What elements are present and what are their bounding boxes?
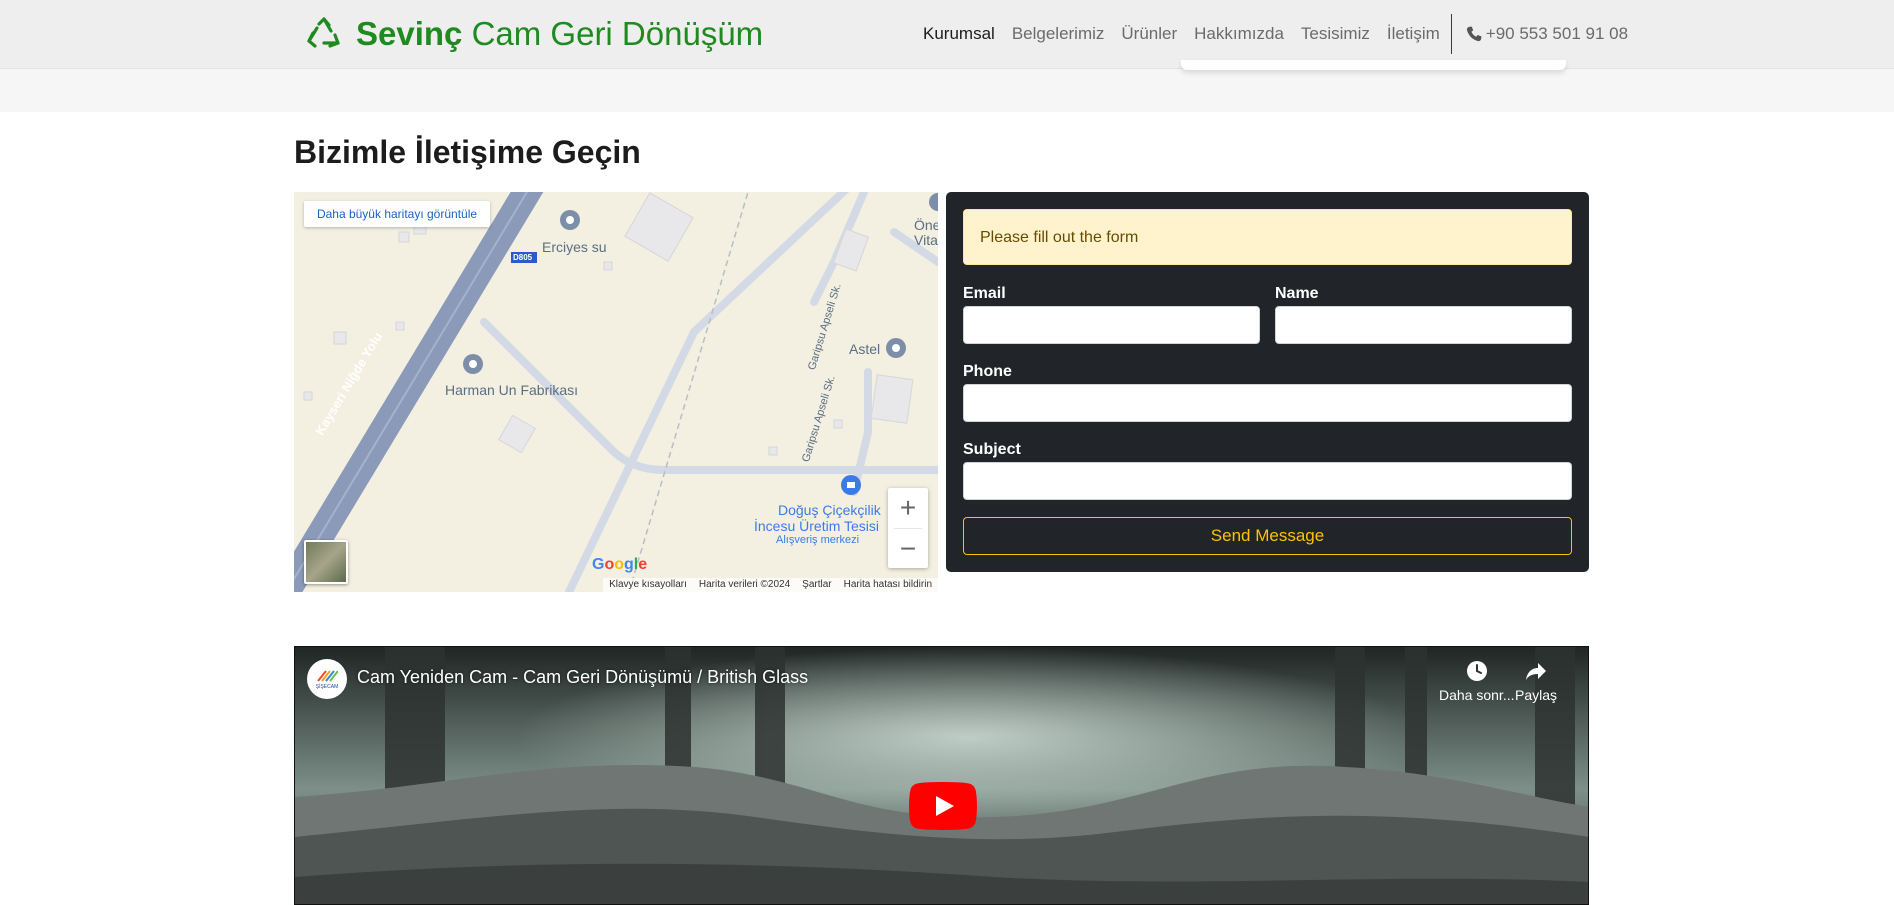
road-label-d805: D805 [513,253,533,262]
place-category: Alışveriş merkezi [776,534,860,546]
satellite-toggle[interactable] [304,540,348,584]
share-button[interactable]: Paylaş [1515,659,1557,703]
brand-logo[interactable]: Sevinç Cam Geri Dönüşüm [306,14,763,54]
nav-hakkimizda[interactable]: Hakkımızda [1194,24,1284,44]
phone-label: Phone [963,363,1012,380]
video-title[interactable]: Cam Yeniden Cam - Cam Geri Dönüşümü / Br… [357,667,808,688]
nav-tesisimiz[interactable]: Tesisimiz [1301,24,1370,44]
clock-icon [1466,661,1487,681]
play-icon[interactable] [909,782,977,830]
recycle-icon [307,17,340,48]
send-message-button[interactable]: Send Message [963,517,1572,555]
nav-iletisim[interactable]: İletişim [1387,24,1440,44]
place-astel: Astel [849,341,881,357]
brand-name-bold: Sevinç [356,15,463,52]
watch-later-button[interactable]: Daha sonr... [1439,659,1515,703]
phone-number: +90 553 501 91 08 [1485,24,1629,43]
map-embed[interactable]: D805 Erciyes su Harman Un Fabrikası Aste… [294,192,938,592]
share-icon [1526,663,1547,680]
phone-input[interactable] [963,384,1572,422]
subject-input[interactable] [963,462,1572,500]
subject-label: Subject [963,441,1021,458]
channel-name: ŞİŞECAM [315,683,339,690]
keyboard-shortcuts-link[interactable]: Klavye kısayolları [609,578,687,592]
contact-title: Bizimle İletişime Geçin [294,134,641,170]
place-incesu-uretim-tesisi: İncesu Üretim Tesisi [754,518,880,534]
view-larger-map-link[interactable]: Daha büyük haritayı görüntüle [304,201,490,227]
place-harman-un-fabrikasi: Harman Un Fabrikası [445,382,579,398]
form-alert: Please fill out the form [963,209,1572,265]
terms-link[interactable]: Şartlar [802,578,831,592]
zoom-control: + − [888,488,928,568]
dropdown-menu-edge [1181,60,1566,70]
phone-link[interactable]: +90 553 501 91 08 [1466,24,1628,44]
phone-icon [1466,26,1482,42]
place-partial-2: Vita [914,232,938,248]
email-label: Email [963,285,1006,302]
brand-name: Cam Geri Dönüşüm [471,15,764,52]
contact-form: Please fill out the form Email Name Phon… [946,192,1589,572]
map-data-text: Harita verileri ©2024 [698,579,791,590]
main-nav: Kurumsal Belgelerimiz Ürünler Hakkımızda… [923,14,1628,54]
subheader-band [0,69,1894,112]
channel-avatar[interactable]: ŞİŞECAM [307,659,347,699]
zoom-out-button[interactable]: − [888,529,928,569]
nav-kurumsal[interactable]: Kurumsal [923,24,995,44]
zoom-in-button[interactable]: + [888,488,928,528]
place-dogus-cicekcilik: Doğuş Çiçekçilik [778,502,881,518]
google-logo: Google [592,556,648,573]
place-partial-1: Öne [914,217,938,233]
watch-later-label: Daha sonr... [1439,687,1515,703]
name-label: Name [1275,285,1319,302]
report-map-error-link[interactable]: Harita hatası bildirin [844,578,932,592]
navbar: Sevinç Cam Geri Dönüşüm Kurumsal Belgele… [0,0,1894,69]
place-erciyes-su: Erciyes su [542,239,607,255]
map-attribution: Klavye kısayolları Harita verileri ©2024… [603,578,938,592]
email-input[interactable] [963,306,1260,344]
nav-belgelerimiz[interactable]: Belgelerimiz [1012,24,1105,44]
nav-divider [1450,14,1452,54]
channel-logo-icon [317,669,338,682]
video-embed[interactable]: ŞİŞECAM Cam Yeniden Cam - Cam Geri Dönüş… [294,646,1589,905]
name-input[interactable] [1275,306,1572,344]
share-label: Paylaş [1515,687,1558,703]
nav-urunler[interactable]: Ürünler [1121,24,1177,44]
